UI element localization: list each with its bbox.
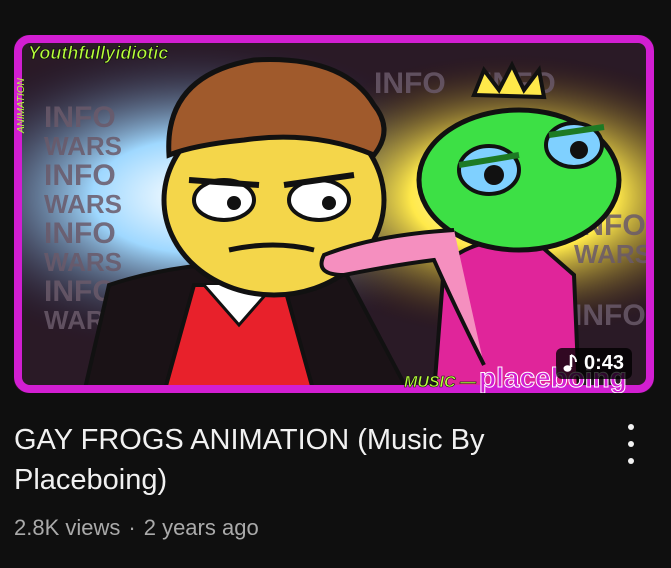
svg-text:INFO: INFO <box>44 159 116 192</box>
more-vertical-icon[interactable] <box>619 424 643 464</box>
svg-text:INFO: INFO <box>44 217 116 250</box>
music-note-icon <box>562 353 578 374</box>
menu-dot <box>628 441 634 447</box>
music-credit-prefix: MUSIC — <box>404 374 477 391</box>
svg-text:WARS: WARS <box>44 247 122 277</box>
upload-age: 2 years ago <box>143 515 259 540</box>
duration-text: 0:43 <box>583 352 624 374</box>
video-card[interactable]: INFO WARS INFO WARS INFO WARS INFO WARS … <box>0 0 671 568</box>
video-thumbnail[interactable]: INFO WARS INFO WARS INFO WARS INFO WARS … <box>14 35 654 393</box>
svg-text:WARS: WARS <box>44 131 122 161</box>
video-title[interactable]: GAY FROGS ANIMATION (Music By Placeboing… <box>14 420 574 500</box>
duration-badge: 0:43 <box>555 348 632 379</box>
thumbnail-art: INFO WARS INFO WARS INFO WARS INFO WARS … <box>14 35 654 393</box>
svg-text:INFO: INFO <box>44 101 116 134</box>
svg-text:WARS: WARS <box>44 189 122 219</box>
watermark: Youthfullyidiotic <box>28 43 168 63</box>
meta-separator: · <box>128 515 136 540</box>
menu-dot <box>628 424 634 430</box>
svg-text:WARS: WARS <box>574 239 652 269</box>
svg-text:INFO: INFO <box>574 299 646 332</box>
side-caption: ANIMATION <box>16 77 27 134</box>
video-metadata: 2.8K views · 2 years ago <box>14 515 259 541</box>
svg-text:INFO: INFO <box>374 67 446 100</box>
menu-dot <box>628 458 634 464</box>
view-count: 2.8K views <box>14 515 121 540</box>
